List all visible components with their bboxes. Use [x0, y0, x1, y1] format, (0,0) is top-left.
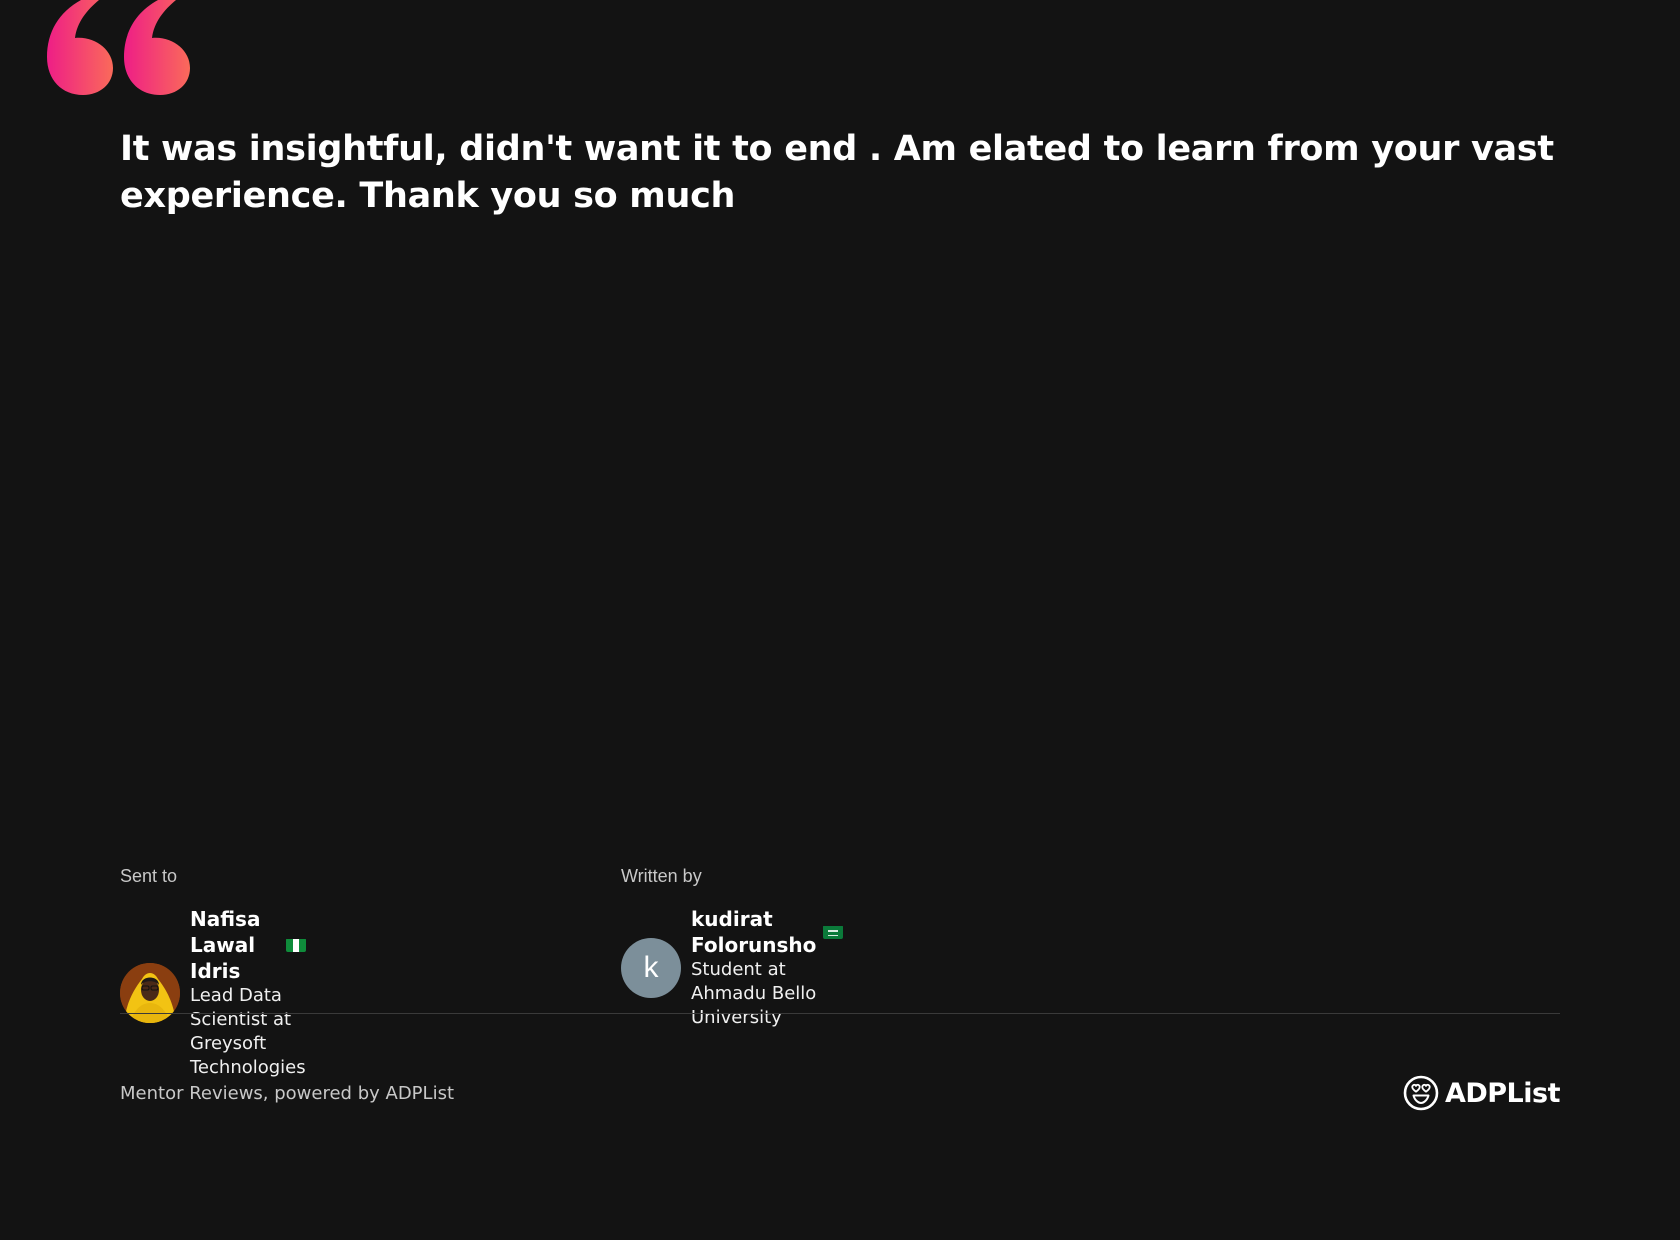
sent-to-label: Sent to	[120, 866, 178, 886]
written-by-label: Written by	[621, 866, 702, 886]
brand-name[interactable]: ADPList	[1445, 1078, 1561, 1109]
smiley-heart-eyes-icon	[1403, 1075, 1439, 1111]
saudi-arabia-flag-icon	[823, 925, 844, 939]
mentee-profile[interactable]: k kudirat Folorunsho Student at Ahmadu B	[621, 906, 844, 1030]
nigeria-flag-icon	[285, 938, 306, 952]
mentor-name[interactable]: Nafisa Lawal Idris	[190, 906, 279, 984]
review-card: It was insightful, didn't want it to end…	[0, 0, 1680, 1240]
review-text: It was insightful, didn't want it to end…	[120, 129, 1554, 216]
mentee-title: Student at Ahmadu Bello University	[691, 959, 817, 1028]
quote-mark-icon	[47, 0, 190, 95]
sent-to-section: Sent to Nafisa Lawal Idris Lead Data Sci…	[120, 864, 306, 1080]
mentor-avatar[interactable]	[120, 963, 180, 1023]
mentor-title: Lead Data Scientist at Greysoft Technolo…	[190, 985, 306, 1078]
powered-by-text: Mentor Reviews, powered by ADPList	[120, 1083, 455, 1104]
footer-divider	[120, 1013, 1560, 1014]
mentor-profile[interactable]: Nafisa Lawal Idris Lead Data Scientist a…	[120, 906, 306, 1080]
written-by-section: Written by k kudirat Folorunsho Student …	[621, 864, 844, 1030]
adplist-logo[interactable]: ADPList	[1403, 1075, 1561, 1111]
mentee-avatar[interactable]: k	[621, 938, 681, 998]
mentee-name[interactable]: kudirat Folorunsho	[691, 906, 816, 958]
